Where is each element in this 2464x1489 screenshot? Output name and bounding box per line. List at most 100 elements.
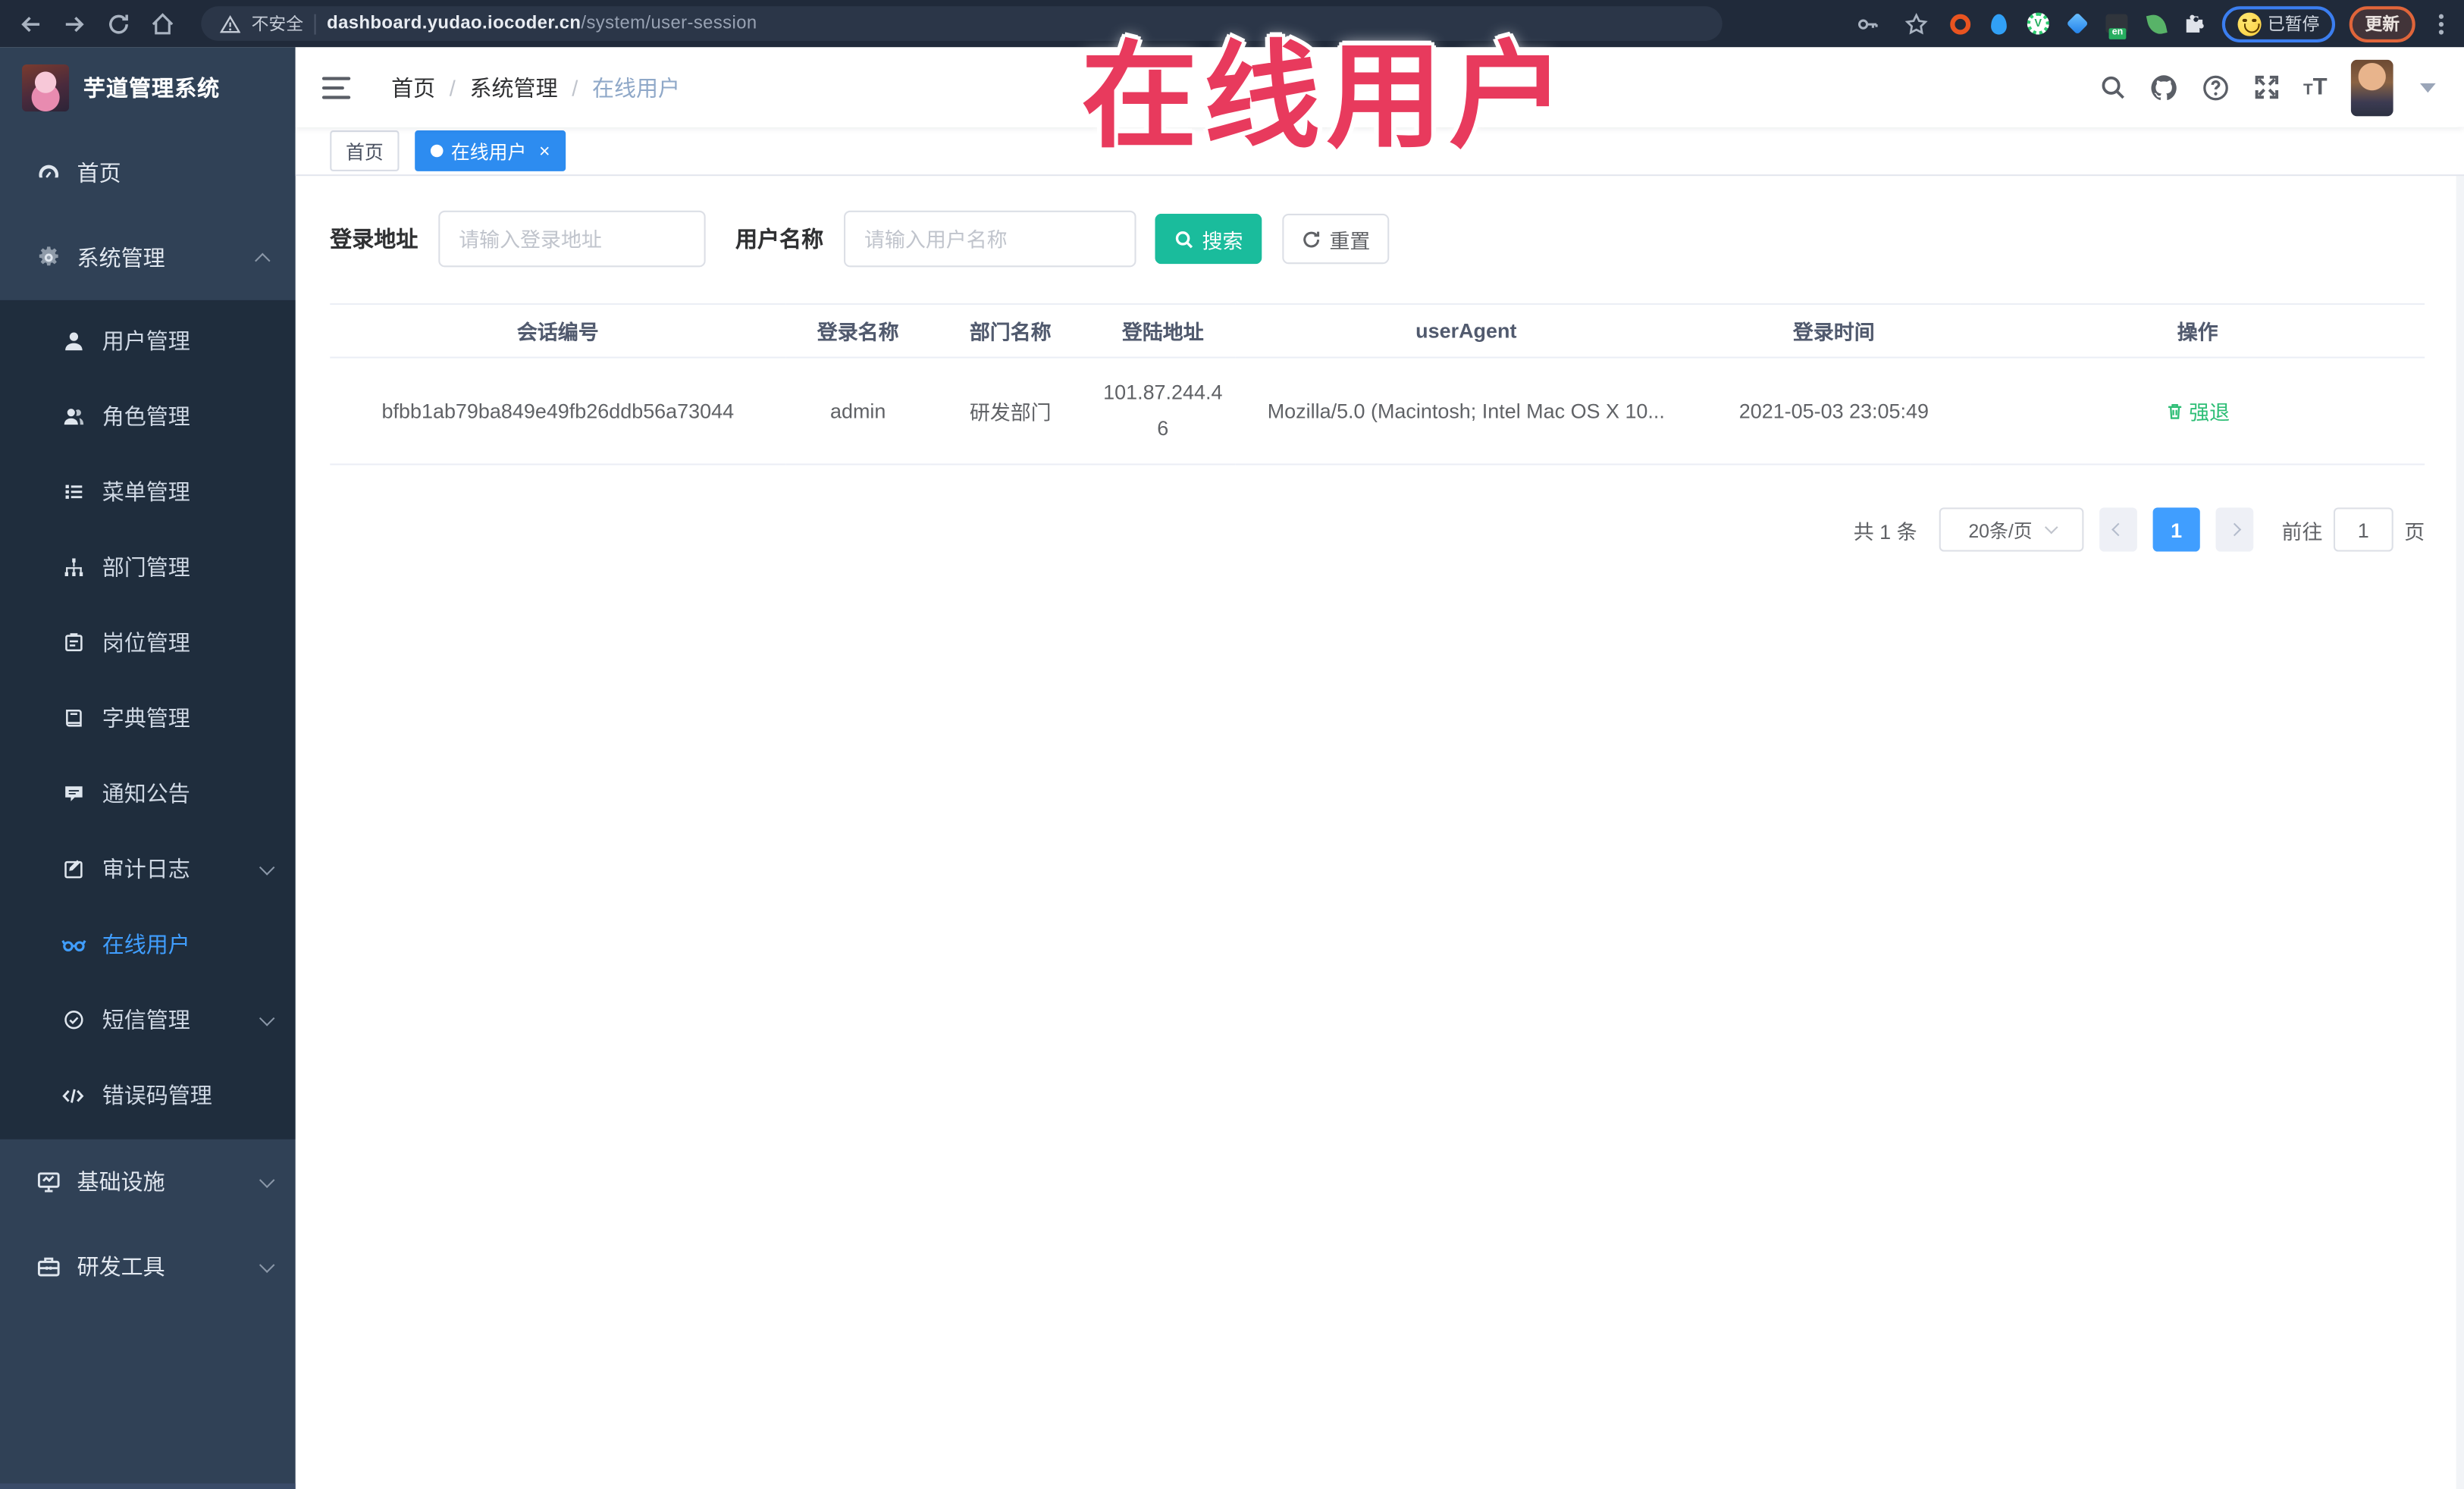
sidebar-item-label: 岗位管理 [102, 630, 190, 656]
reset-button-label: 重置 [1329, 228, 1371, 252]
forward-icon[interactable] [57, 6, 92, 41]
sidebar-item-infrastructure[interactable]: 基础设施 [0, 1139, 296, 1224]
extensions-puzzle-icon[interactable] [2183, 11, 2208, 36]
key-icon[interactable] [1850, 6, 1885, 41]
force-logout-button[interactable]: 强退 [2165, 396, 2230, 425]
chevron-right-icon [2227, 522, 2242, 537]
goto-page-input[interactable] [2333, 507, 2393, 552]
app-title: 芋道管理系统 [83, 74, 221, 100]
sidebar-item-label: 错误码管理 [102, 1083, 212, 1108]
profile-paused-chip[interactable]: 已暂停 [2221, 5, 2336, 42]
sidebar-item-label: 研发工具 [77, 1254, 165, 1280]
code-icon [60, 1083, 86, 1107]
col-header-username: 登录名称 [785, 303, 931, 359]
sidebar-item-role-management[interactable]: 角色管理 [0, 379, 296, 454]
chrome-update-button[interactable]: 更新 [2349, 5, 2415, 42]
search-button[interactable]: 搜索 [1155, 213, 1262, 265]
sidebar-item-user-management[interactable]: 用户管理 [0, 303, 296, 378]
login-address-input[interactable] [438, 210, 706, 268]
user-avatar[interactable] [2350, 58, 2393, 116]
address-bar[interactable]: 不安全 dashboard.yudao.iocoder.cn/system/us… [201, 6, 1723, 41]
search-icon[interactable] [2099, 74, 2126, 100]
sidebar-item-notice[interactable]: 通知公告 [0, 756, 296, 831]
pagination: 共 1 条 20条/页 1 前往 页 [330, 507, 2425, 552]
users-icon [60, 406, 86, 428]
extension-drop-icon[interactable] [1986, 11, 2011, 36]
username-input[interactable] [844, 210, 1136, 268]
app-logo[interactable]: 芋道管理系统 [0, 47, 296, 127]
sidebar-item-label: 审计日志 [102, 856, 190, 882]
navbar: 首页 / 系统管理 / 在线用户 TT [295, 47, 2464, 127]
close-icon[interactable]: × [539, 142, 550, 161]
home-icon[interactable] [145, 6, 180, 41]
search-button-label: 搜索 [1202, 228, 1243, 252]
monitor-icon [35, 1169, 61, 1194]
sidebar-item-system-management[interactable]: 系统管理 [0, 215, 296, 300]
chevron-left-icon [2111, 522, 2125, 537]
sidebar-item-label: 字典管理 [102, 705, 190, 731]
window-scrollbar[interactable] [2456, 47, 2464, 1489]
extension-gem-icon[interactable] [2065, 11, 2090, 36]
sidebar-item-label: 用户管理 [102, 328, 190, 354]
col-header-login-time: 登录时间 [1697, 303, 1971, 359]
dashboard-icon [35, 160, 61, 185]
back-icon[interactable] [13, 6, 48, 41]
help-icon[interactable] [2201, 73, 2229, 101]
reset-button[interactable]: 重置 [1282, 213, 1390, 265]
next-page-button[interactable] [2215, 507, 2254, 552]
github-icon[interactable] [2149, 73, 2177, 101]
check-circle-icon [60, 1009, 86, 1031]
sidebar-item-sms-management[interactable]: 短信管理 [0, 982, 296, 1057]
sidebar-item-label: 在线用户 [102, 932, 190, 958]
tags-view: 首页 在线用户 × [295, 127, 2464, 177]
tag-home[interactable]: 首页 [330, 130, 400, 171]
hamburger-icon[interactable] [321, 76, 351, 99]
tag-online-users[interactable]: 在线用户 × [415, 130, 566, 171]
sidebar-item-label: 首页 [77, 160, 121, 186]
reload-icon[interactable] [101, 6, 136, 41]
org-tree-icon [60, 556, 86, 578]
page-number-current[interactable]: 1 [2152, 507, 2200, 552]
col-header-useragent: userAgent [1235, 303, 1698, 359]
breadcrumb-system[interactable]: 系统管理 [470, 71, 558, 102]
chevron-down-icon [259, 1256, 275, 1272]
bookmark-star-icon[interactable] [1898, 6, 1933, 41]
extension-green-circle-icon[interactable]: V [2026, 11, 2051, 36]
text-size-icon[interactable]: TT [2303, 74, 2328, 100]
sidebar-item-home[interactable]: 首页 [0, 130, 296, 215]
avatar-caret-icon[interactable] [2419, 82, 2436, 92]
screen: 不安全 dashboard.yudao.iocoder.cn/system/us… [0, 0, 2464, 1489]
tag-label: 首页 [345, 140, 384, 163]
sidebar-item-error-code[interactable]: 错误码管理 [0, 1058, 296, 1133]
not-secure-label[interactable]: 不安全 [252, 11, 303, 36]
breadcrumb-home[interactable]: 首页 [391, 71, 435, 102]
browser-menu-icon[interactable] [2429, 13, 2451, 34]
sidebar-item-dev-tools[interactable]: 研发工具 [0, 1224, 296, 1309]
extension-translate-icon[interactable]: en [2104, 11, 2129, 39]
table-row: bfbb1ab79ba849e49fb26ddb56a73044 admin 研… [330, 359, 2425, 466]
chevron-up-icon [255, 252, 271, 268]
list-icon [60, 481, 86, 503]
page-size-select[interactable]: 20条/页 [1939, 507, 2084, 552]
sidebar-item-label: 短信管理 [102, 1007, 190, 1033]
chevron-down-icon [259, 859, 275, 875]
sidebar-item-post-management[interactable]: 岗位管理 [0, 605, 296, 680]
url-text[interactable]: dashboard.yudao.iocoder.cn/system/user-s… [327, 14, 757, 33]
divider [314, 13, 316, 34]
fullscreen-icon[interactable] [2253, 74, 2280, 100]
sidebar-item-online-users[interactable]: 在线用户 [0, 907, 296, 982]
extension-ubuntu-icon[interactable] [1947, 11, 1972, 36]
cell-useragent: Mozilla/5.0 (Macintosh; Intel Mac OS X 1… [1235, 359, 1698, 466]
edit-log-icon [60, 858, 86, 880]
app-window: 芋道管理系统 首页 系统管理 用户管理 角色管理 菜单管理 部门管理 岗位管理 … [0, 47, 2464, 1489]
page-unit-label: 页 [2404, 519, 2425, 544]
prev-page-button[interactable] [2099, 507, 2137, 552]
goto-label: 前往 [2281, 519, 2323, 544]
sidebar-item-label: 系统管理 [77, 245, 165, 271]
sidebar-item-dict-management[interactable]: 字典管理 [0, 680, 296, 755]
sidebar-item-audit-log[interactable]: 审计日志 [0, 831, 296, 906]
sidebar-item-dept-management[interactable]: 部门管理 [0, 529, 296, 604]
sidebar: 芋道管理系统 首页 系统管理 用户管理 角色管理 菜单管理 部门管理 岗位管理 … [0, 47, 296, 1489]
sidebar-item-menu-management[interactable]: 菜单管理 [0, 454, 296, 529]
extension-leaf-icon[interactable] [2143, 11, 2168, 36]
